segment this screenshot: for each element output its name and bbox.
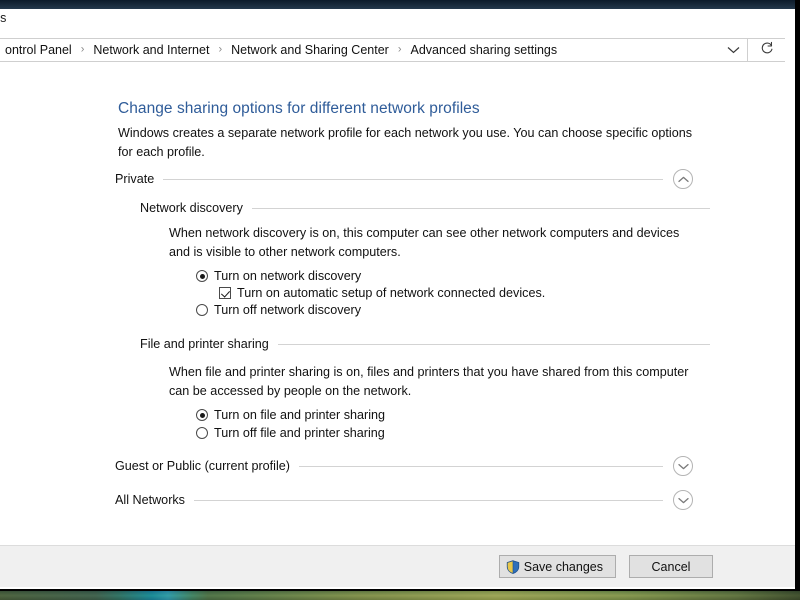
section-rule [163,179,663,180]
window-title: ngs [0,11,6,25]
subsection-rule [278,344,710,345]
search-input[interactable]: Search [795,38,800,62]
breadcrumb-item-network-and-sharing-center[interactable]: Network and Sharing Center [229,42,391,58]
section-header-all-networks[interactable]: All Networks [115,490,693,510]
cancel-label: Cancel [652,560,691,574]
network-discovery-description: When network discovery is on, this compu… [169,224,689,262]
radio-label: Turn off file and printer sharing [214,425,385,441]
settings-content: Change sharing options for different net… [0,63,795,545]
radio-indicator [196,409,208,421]
window-titlebar[interactable] [0,0,795,9]
dialog-button-bar: Save changes Cancel [0,545,795,587]
section-rule [194,500,663,501]
file-printer-sharing-description: When file and printer sharing is on, fil… [169,363,689,401]
breadcrumb-separator-icon: › [218,44,222,55]
chevron-down-circle-icon[interactable] [673,490,693,510]
section-label-private: Private [115,172,163,186]
radio-turn-on-file-and-printer-sharing[interactable]: Turn on file and printer sharing [196,407,385,423]
radio-indicator [196,427,208,439]
breadcrumb-item-advanced-sharing-settings[interactable]: Advanced sharing settings [409,42,560,58]
page-description: Windows creates a separate network profi… [118,124,693,162]
breadcrumb-item-network-and-internet[interactable]: Network and Internet [91,42,211,58]
page-title: Change sharing options for different net… [118,100,480,118]
radio-turn-off-network-discovery[interactable]: Turn off network discovery [196,302,361,318]
refresh-button[interactable] [747,38,785,62]
breadcrumb-item-control-panel[interactable]: ontrol Panel [3,42,74,58]
radio-indicator [196,304,208,316]
subsection-label-file-and-printer-sharing: File and printer sharing [140,337,278,351]
refresh-icon [760,41,774,60]
subsection-label-network-discovery: Network discovery [140,201,252,215]
uac-shield-icon [506,560,520,574]
save-changes-label: Save changes [524,560,603,574]
breadcrumb-separator-icon: › [81,44,85,55]
checkbox-label: Turn on automatic setup of network conne… [237,285,545,301]
breadcrumb-separator-icon: › [398,44,402,55]
subsection-rule [252,208,710,209]
radio-label: Turn on network discovery [214,268,361,284]
radio-label: Turn on file and printer sharing [214,407,385,423]
cancel-button[interactable]: Cancel [629,555,713,578]
control-panel-window: ngs ontrol Panel › Network and Internet … [0,0,800,591]
chevron-down-circle-icon[interactable] [673,456,693,476]
chevron-down-icon[interactable] [719,39,747,61]
section-label-guest-or-public: Guest or Public (current profile) [115,459,299,473]
radio-turn-off-file-and-printer-sharing[interactable]: Turn off file and printer sharing [196,425,385,441]
subsection-header-network-discovery: Network discovery [140,199,710,217]
chevron-up-circle-icon[interactable] [673,169,693,189]
checkbox-turn-on-automatic-setup[interactable]: Turn on automatic setup of network conne… [219,285,545,301]
breadcrumb: ontrol Panel › Network and Internet › Ne… [0,42,719,58]
section-rule [299,466,663,467]
section-label-all-networks: All Networks [115,493,194,507]
radio-turn-on-network-discovery[interactable]: Turn on network discovery [196,268,361,284]
save-changes-button[interactable]: Save changes [499,555,616,578]
desktop-screen: ngs ontrol Panel › Network and Internet … [0,0,800,600]
section-header-private[interactable]: Private [115,169,693,189]
radio-indicator [196,270,208,282]
address-bar: ontrol Panel › Network and Internet › Ne… [0,38,795,62]
breadcrumb-box[interactable]: ontrol Panel › Network and Internet › Ne… [0,38,747,62]
section-header-guest-or-public[interactable]: Guest or Public (current profile) [115,456,693,476]
subsection-header-file-and-printer-sharing: File and printer sharing [140,335,710,353]
radio-label: Turn off network discovery [214,302,361,318]
checkbox-indicator [219,287,231,299]
